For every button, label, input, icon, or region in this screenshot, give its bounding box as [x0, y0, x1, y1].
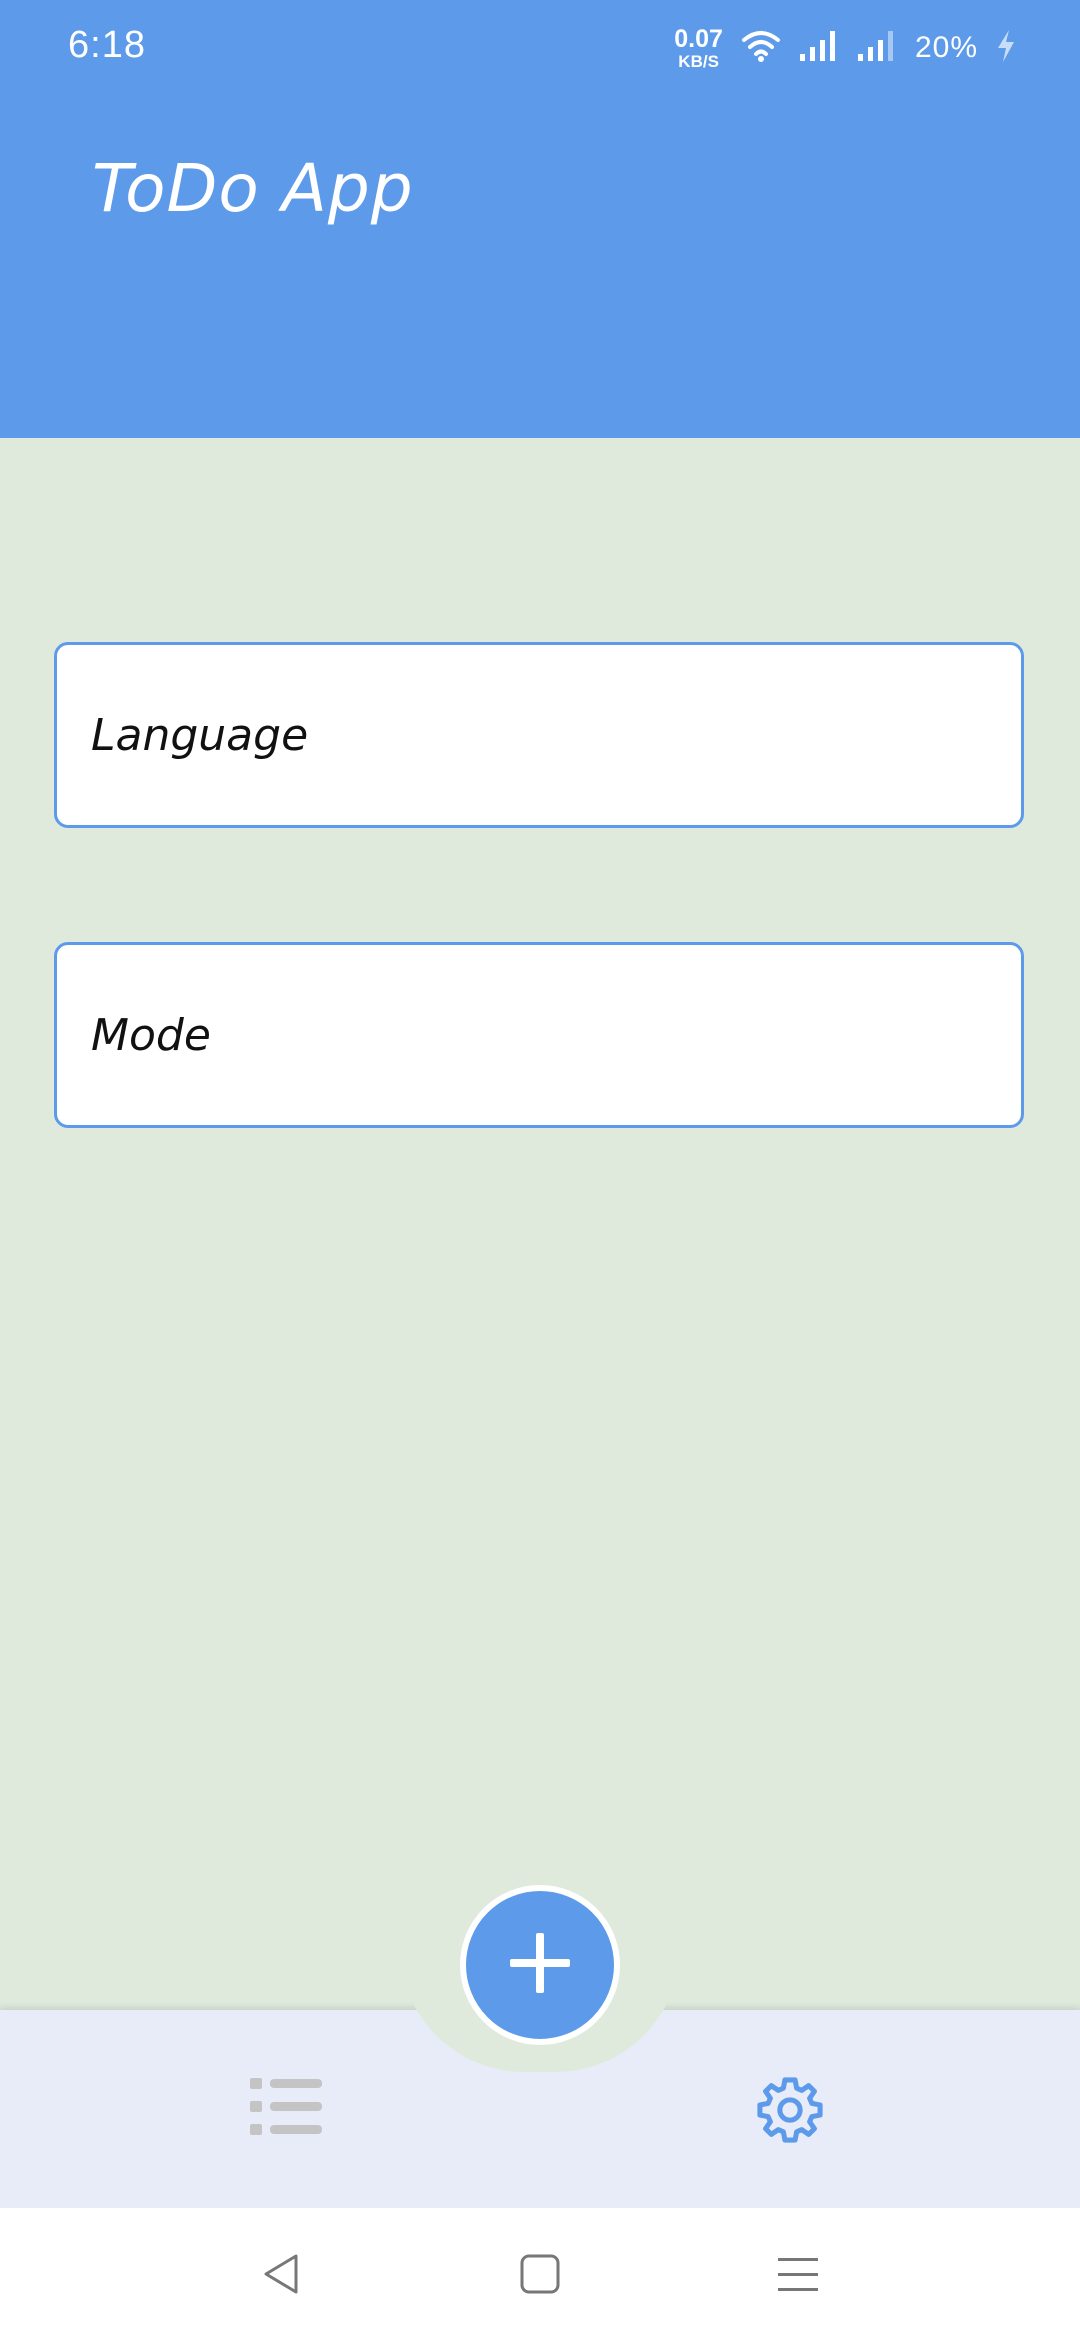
- network-speed-value: 0.07: [674, 24, 723, 53]
- menu-icon[interactable]: [774, 2250, 822, 2298]
- plus-icon: [508, 1931, 572, 1999]
- charging-icon: [996, 29, 1016, 67]
- wifi-icon: [741, 29, 781, 67]
- gear-icon: [752, 2077, 828, 2152]
- language-setting-label: Language: [91, 709, 309, 761]
- tab-settings[interactable]: [752, 2072, 828, 2148]
- app-header: 6:18 0.07 KB/S 20% ToDo App: [0, 0, 1080, 438]
- system-navigation-bar: [0, 2208, 1080, 2340]
- status-bar: 6:18 0.07 KB/S 20%: [0, 0, 1080, 96]
- tab-tasks[interactable]: [248, 2076, 324, 2138]
- signal-icon: [857, 30, 897, 66]
- mode-setting-label: Mode: [91, 1009, 211, 1061]
- battery-level: 20%: [914, 31, 978, 64]
- signal-icon: [799, 30, 839, 66]
- status-icons: 0.07 KB/S 20%: [674, 26, 1016, 70]
- add-task-button[interactable]: [460, 1885, 620, 2045]
- app-title: ToDo App: [92, 150, 414, 227]
- status-time: 6:18: [68, 24, 146, 66]
- home-icon[interactable]: [516, 2250, 564, 2298]
- network-speed: 0.07 KB/S: [674, 24, 723, 71]
- list-icon: [248, 2078, 324, 2142]
- mode-setting-card[interactable]: Mode: [54, 942, 1024, 1128]
- back-icon[interactable]: [258, 2250, 306, 2298]
- network-speed-unit: KB/S: [678, 51, 719, 71]
- language-setting-card[interactable]: Language: [54, 642, 1024, 828]
